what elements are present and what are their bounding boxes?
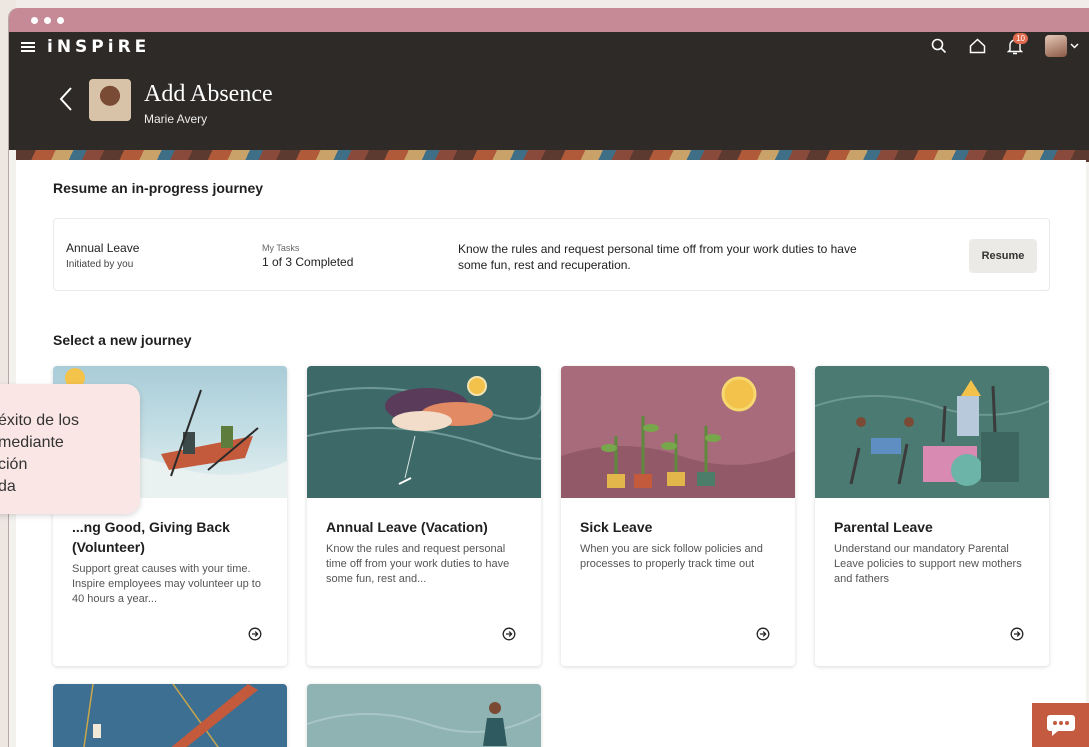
card-title: Sick Leave [580, 519, 653, 535]
window-dot-maximize[interactable] [57, 16, 64, 24]
card-description: Understand our mandatory Parental Leave … [834, 543, 1022, 585]
sick-leave-illustration [561, 366, 795, 498]
page-header: Add Absence Marie Avery [9, 62, 1089, 150]
profile-avatar [89, 79, 131, 121]
new-journey-section-title: Select a new journey [53, 332, 192, 348]
notifications-icon[interactable]: 10 [1005, 33, 1028, 56]
page-title: Add Absence [144, 81, 273, 107]
popup-line: ción [0, 456, 28, 473]
back-arrow-icon[interactable] [59, 86, 73, 117]
resume-section-title: Resume an in-progress journey [53, 180, 264, 196]
app-header-bar: iNSPiRE 10 [9, 32, 1089, 62]
brand-logo: iNSPiRE [47, 37, 151, 57]
popup-line: éxito de los [0, 412, 79, 429]
card-description: Know the rules and request personal time… [326, 543, 510, 585]
journey-name: Annual Leave [66, 241, 140, 255]
search-icon[interactable] [929, 36, 949, 56]
card-description: Support great causes with your time. Ins… [72, 563, 261, 605]
arrow-circle-icon[interactable] [756, 627, 770, 646]
card-description: When you are sick follow policies and pr… [580, 543, 763, 570]
arrow-circle-icon[interactable] [1010, 627, 1024, 646]
arrow-circle-icon[interactable] [502, 627, 516, 646]
home-icon[interactable] [967, 36, 987, 56]
journey-card-travel[interactable] [307, 684, 541, 747]
window-dot-minimize[interactable] [44, 16, 51, 24]
tasks-label: My Tasks [262, 243, 300, 253]
journey-description: Know the rules and request personal time… [458, 242, 857, 272]
card-title: Annual Leave (Vacation) [326, 519, 488, 535]
header-actions: 10 [929, 33, 1081, 57]
chevron-down-icon [1070, 43, 1079, 49]
notification-badge: 10 [1013, 33, 1028, 44]
tasks-progress: 1 of 3 Completed [262, 255, 354, 269]
chat-button[interactable] [1032, 703, 1089, 747]
popup-line: mediante [0, 434, 64, 451]
parental-leave-illustration [815, 366, 1049, 498]
journey-card-sick-leave[interactable]: Sick Leave When you are sick follow poli… [561, 366, 795, 666]
main-content: Resume an in-progress journey Annual Lea… [16, 160, 1086, 747]
resume-journey-card: Annual Leave Initiated by you My Tasks 1… [53, 218, 1050, 291]
rowing-illustration [83, 684, 258, 747]
user-avatar [1045, 35, 1067, 57]
journey-initiator: Initiated by you [66, 259, 134, 270]
travel-illustration [307, 702, 541, 746]
chat-bubble-icon [1046, 715, 1075, 736]
annual-leave-illustration [307, 366, 541, 498]
journey-card-parental-leave[interactable]: Parental Leave Understand our mandatory … [815, 366, 1049, 666]
journey-card-rowing[interactable] [53, 684, 287, 747]
page-subtitle: Marie Avery [144, 112, 208, 126]
user-menu[interactable] [1043, 35, 1081, 57]
window-titlebar [9, 8, 1089, 32]
popup-line: da [0, 478, 16, 495]
info-popup: éxito de los mediante ción da [0, 384, 140, 514]
card-title: ...ng Good, Giving Back (Volunteer) [72, 519, 230, 555]
window-dot-close[interactable] [31, 16, 38, 24]
journey-card-annual-leave[interactable]: Annual Leave (Vacation) Know the rules a… [307, 366, 541, 666]
resume-button[interactable]: Resume [969, 239, 1037, 273]
card-title: Parental Leave [834, 519, 933, 535]
arrow-circle-icon[interactable] [248, 627, 262, 646]
menu-icon[interactable] [21, 42, 35, 52]
